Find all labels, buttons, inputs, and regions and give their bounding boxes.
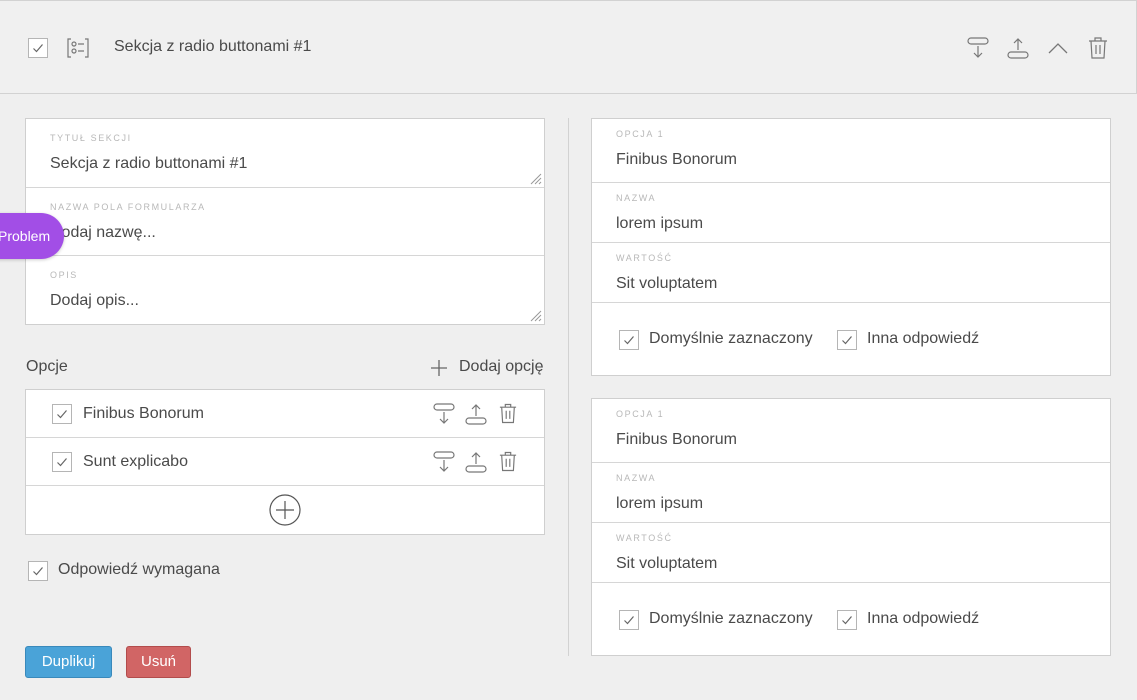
required-label: Odpowiedź wymagana [58,561,220,578]
radio-list-icon [67,38,89,58]
default-checked-checkbox[interactable] [619,330,639,350]
move-down-icon[interactable] [433,451,455,473]
section-checkbox[interactable] [28,38,48,58]
field-label: NAZWA POLA FORMULARZA [50,202,206,212]
description-input[interactable]: Dodaj opis... [50,292,139,310]
option-value-field[interactable]: WARTOŚĆ Sit voluptatem [592,523,1110,583]
field-label: OPIS [50,270,78,280]
option-value-field[interactable]: WARTOŚĆ Sit voluptatem [592,243,1110,303]
other-answer-label: Inna odpowiedź [867,330,980,347]
default-checked-checkbox[interactable] [619,610,639,630]
section-header: Sekcja z radio buttonami #1 [0,0,1137,94]
field-label: OPCJA 1 [616,409,665,419]
move-up-icon[interactable] [1007,37,1029,59]
duplicate-button[interactable]: Duplikuj [25,646,112,678]
options-heading: Opcje [26,358,68,375]
option-value-input[interactable]: Sit voluptatem [616,555,717,573]
list-item[interactable]: Finibus Bonorum [26,390,544,438]
form-field-name-input[interactable]: Dodaj nazwę... [50,224,156,242]
option-label: Finibus Bonorum [83,405,204,422]
option-title-field[interactable]: OPCJA 1 Finibus Bonorum [592,399,1110,463]
trash-icon[interactable] [499,451,517,472]
add-option-label: Dodaj opcję [459,358,544,375]
field-label: TYTUŁ SEKCJI [50,133,132,143]
option-flags: Domyślnie zaznaczony Inna odpowiedź [592,303,1110,375]
add-circle-icon[interactable] [269,494,301,526]
required-checkbox[interactable] [28,561,48,581]
field-label: OPCJA 1 [616,129,665,139]
other-answer-checkbox[interactable] [837,330,857,350]
field-label: WARTOŚĆ [616,533,673,543]
section-fields: TYTUŁ SEKCJI Sekcja z radio buttonami #1… [25,118,545,325]
other-answer-label: Inna odpowiedź [867,610,980,627]
trash-icon[interactable] [1088,37,1108,59]
move-up-icon[interactable] [465,451,487,473]
resize-handle-icon[interactable] [528,171,542,185]
section-title: Sekcja z radio buttonami #1 [114,38,312,55]
options-list: Finibus Bonorum Sunt explicabo [25,389,545,535]
collapse-chevron-icon[interactable] [1047,41,1069,55]
option-checkbox[interactable] [52,404,72,424]
option-title-input[interactable]: Finibus Bonorum [616,431,737,449]
form-field-name[interactable]: NAZWA POLA FORMULARZA Dodaj nazwę... [26,188,544,256]
delete-button[interactable]: Usuń [126,646,191,678]
other-answer-checkbox[interactable] [837,610,857,630]
description-field[interactable]: OPIS Dodaj opis... [26,256,544,324]
default-checked-label: Domyślnie zaznaczony [649,610,813,627]
plus-icon [431,360,447,376]
section-title-input[interactable]: Sekcja z radio buttonami #1 [50,155,247,173]
move-down-icon[interactable] [433,403,455,425]
field-label: NAZWA [616,193,657,203]
field-label: NAZWA [616,473,657,483]
option-card: OPCJA 1 Finibus Bonorum NAZWA lorem ipsu… [591,118,1111,376]
trash-icon[interactable] [499,403,517,424]
divider [568,118,569,656]
field-label: WARTOŚĆ [616,253,673,263]
option-name-field[interactable]: NAZWA lorem ipsum [592,463,1110,523]
option-name-field[interactable]: NAZWA lorem ipsum [592,183,1110,243]
section-title-field[interactable]: TYTUŁ SEKCJI Sekcja z radio buttonami #1 [26,119,544,188]
option-checkbox[interactable] [52,452,72,472]
resize-handle-icon[interactable] [528,308,542,322]
move-up-icon[interactable] [465,403,487,425]
option-card: OPCJA 1 Finibus Bonorum NAZWA lorem ipsu… [591,398,1111,656]
option-title-field[interactable]: OPCJA 1 Finibus Bonorum [592,119,1110,183]
option-name-input[interactable]: lorem ipsum [616,215,703,233]
option-flags: Domyślnie zaznaczony Inna odpowiedź [592,583,1110,655]
move-down-icon[interactable] [967,37,989,59]
default-checked-label: Domyślnie zaznaczony [649,330,813,347]
list-item[interactable]: Sunt explicabo [26,438,544,486]
option-title-input[interactable]: Finibus Bonorum [616,151,737,169]
option-name-input[interactable]: lorem ipsum [616,495,703,513]
option-label: Sunt explicabo [83,453,188,470]
option-value-input[interactable]: Sit voluptatem [616,275,717,293]
problem-tab[interactable]: Problem [0,213,64,259]
